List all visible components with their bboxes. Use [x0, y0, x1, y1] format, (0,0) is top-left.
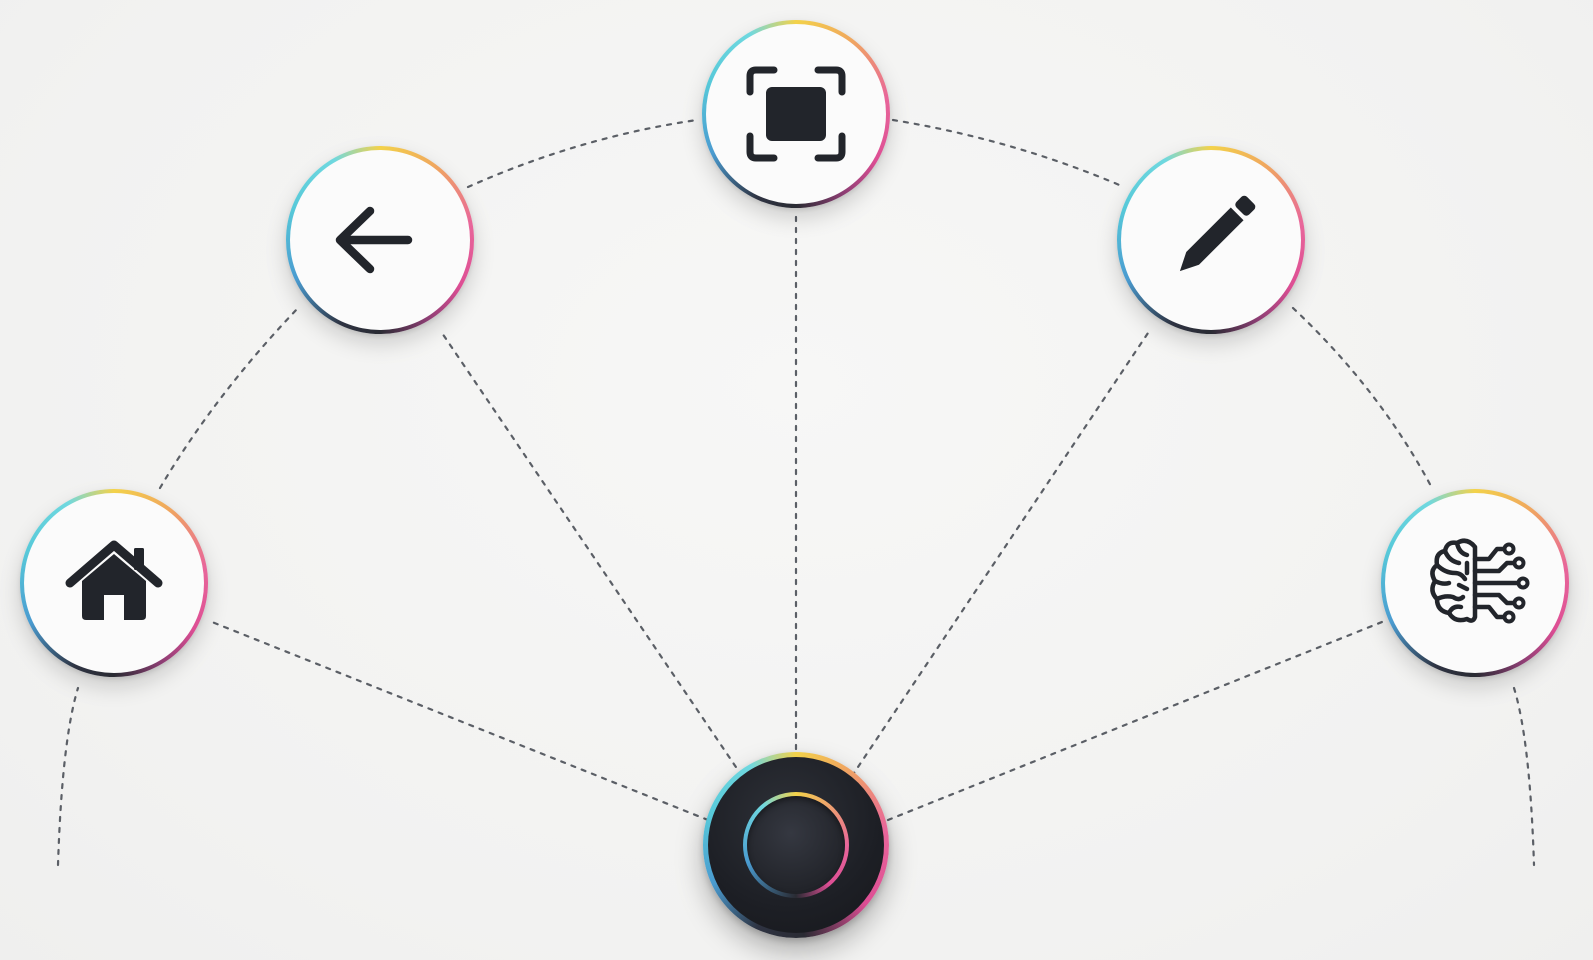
radial-menu-hub-button[interactable] — [703, 752, 889, 938]
radial-menu-stage — [0, 0, 1593, 960]
edit-button[interactable] — [1117, 146, 1305, 334]
spoke-back — [438, 328, 744, 778]
screenshot-button[interactable] — [702, 20, 890, 208]
pencil-icon — [1179, 195, 1256, 272]
spoke-edit — [850, 328, 1152, 778]
outer-arc-right-end — [1512, 686, 1536, 867]
edit-button-face — [1121, 150, 1301, 330]
spoke-home — [210, 620, 710, 822]
outer-arc-edit-ai — [1291, 306, 1434, 490]
spoke-ai — [886, 620, 1384, 822]
ai-assistant-button-face — [1385, 493, 1565, 673]
back-button-face — [290, 150, 470, 330]
home-icon — [65, 540, 163, 620]
home-button[interactable] — [20, 489, 208, 677]
screenshot-frame-icon — [746, 66, 846, 162]
outer-arc-left-end — [56, 686, 80, 867]
brain-circuit-icon — [1430, 538, 1530, 624]
back-button[interactable] — [286, 146, 474, 334]
hub-inner-disc — [747, 796, 845, 894]
ai-assistant-button[interactable] — [1381, 489, 1569, 677]
outer-arc-home-back — [158, 306, 300, 490]
screenshot-button-face — [706, 24, 886, 204]
home-button-face — [24, 493, 204, 673]
hub-inner-ring — [743, 792, 849, 898]
outer-arc-screenshot-edit — [891, 118, 1126, 189]
arrow-left-icon — [335, 206, 413, 274]
outer-arc-back-screenshot — [466, 118, 699, 189]
